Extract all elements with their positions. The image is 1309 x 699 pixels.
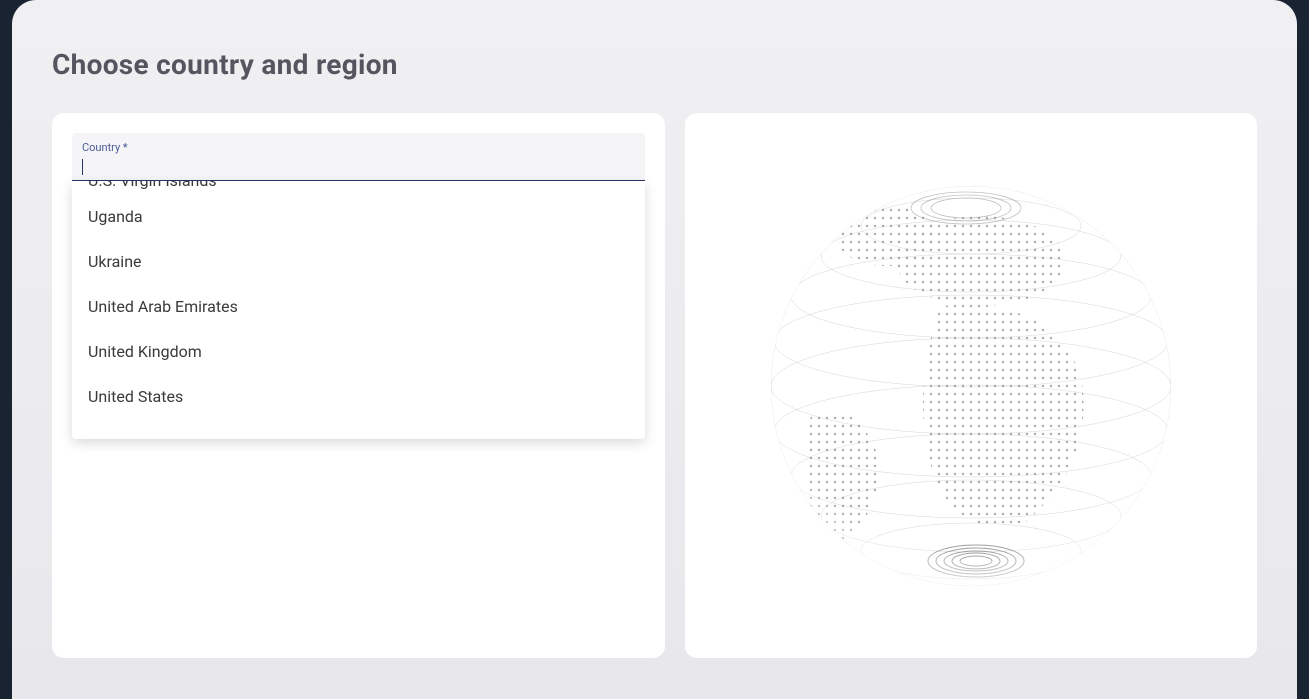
country-dropdown[interactable]: U.S. Virgin Islands Uganda Ukraine Unite… <box>72 181 645 439</box>
dropdown-item[interactable]: United States <box>72 374 645 419</box>
country-label: Country * <box>82 141 635 154</box>
dropdown-item[interactable]: U.S. Virgin Islands <box>72 181 645 194</box>
country-selector-panel: Country * U.S. Virgin Islands Uganda Ukr… <box>52 113 665 658</box>
content-grid: Country * U.S. Virgin Islands Uganda Ukr… <box>52 113 1257 658</box>
globe-icon <box>751 166 1191 606</box>
dropdown-item[interactable]: United Arab Emirates <box>72 284 645 329</box>
dropdown-item[interactable]: United Kingdom <box>72 329 645 374</box>
dropdown-item[interactable]: Uganda <box>72 194 645 239</box>
page-container: Choose country and region Country * U.S.… <box>12 0 1297 699</box>
page-title: Choose country and region <box>52 48 1257 81</box>
country-input-wrapper[interactable]: Country * <box>72 133 645 182</box>
globe-panel <box>685 113 1258 658</box>
dropdown-item[interactable]: Ukraine <box>72 239 645 284</box>
